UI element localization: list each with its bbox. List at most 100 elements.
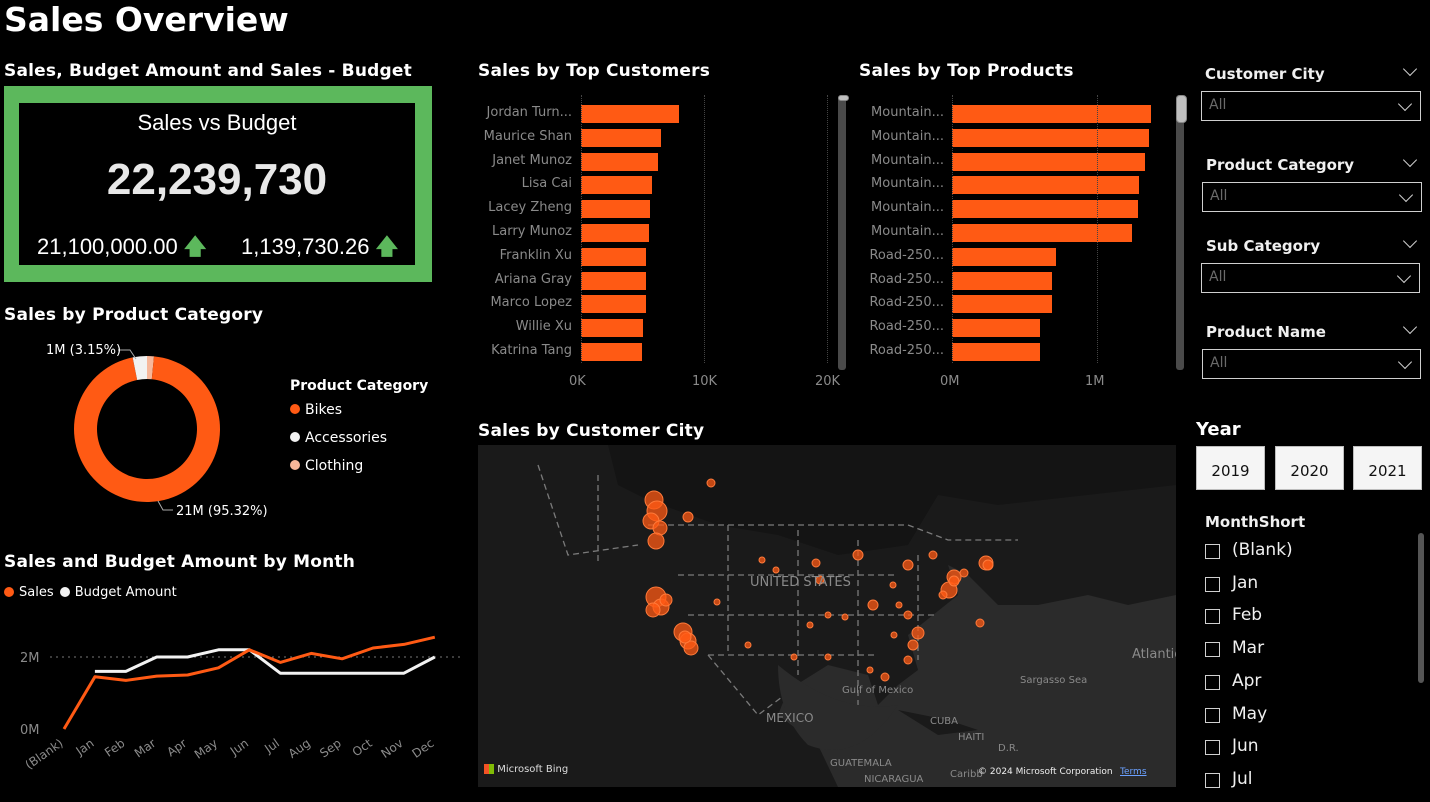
bar[interactable] — [581, 224, 650, 242]
city-bubble[interactable] — [758, 556, 766, 564]
city-bubble[interactable] — [889, 581, 897, 589]
category-donut-title: Sales by Product Category — [4, 305, 264, 325]
bar[interactable] — [952, 200, 1138, 219]
bar[interactable] — [952, 247, 1057, 266]
line-series-sales[interactable] — [62, 635, 436, 730]
bar[interactable] — [952, 128, 1150, 147]
city-bubble[interactable] — [659, 593, 673, 607]
city-bubble[interactable] — [907, 639, 919, 651]
city-bubble[interactable] — [903, 610, 913, 620]
city-bubble[interactable] — [928, 550, 938, 560]
city-bubble[interactable] — [895, 601, 903, 609]
legend-item-accessories[interactable]: Accessories — [290, 430, 387, 458]
customer-city-map[interactable]: UNITED STATES MEXICO Gulf of Mexico Atla… — [478, 445, 1176, 787]
bar[interactable] — [581, 247, 647, 266]
chevron-down-icon[interactable] — [1402, 319, 1418, 335]
scrollbar-thumb[interactable] — [1176, 95, 1187, 123]
city-bubble[interactable] — [982, 559, 994, 571]
bar[interactable] — [952, 343, 1041, 361]
checkbox[interactable] — [1205, 707, 1220, 723]
month-option-jun[interactable]: Jun — [1205, 736, 1385, 760]
city-bubble[interactable] — [867, 599, 879, 611]
bar[interactable] — [581, 176, 652, 195]
bar[interactable] — [952, 176, 1140, 195]
scrollbar-thumb[interactable] — [838, 95, 849, 101]
chevron-down-icon[interactable] — [1402, 61, 1418, 77]
city-bubble[interactable] — [959, 568, 969, 578]
checkbox[interactable] — [1205, 740, 1220, 756]
month-option-may[interactable]: May — [1205, 704, 1385, 728]
city-bubble[interactable] — [706, 478, 716, 488]
bar[interactable] — [952, 224, 1132, 242]
checkbox[interactable] — [1205, 772, 1220, 788]
bar[interactable] — [581, 152, 659, 171]
checkbox[interactable] — [1205, 576, 1220, 592]
month-scrollbar[interactable] — [1418, 533, 1424, 683]
city-bubble[interactable] — [645, 602, 661, 618]
legend-budget: Budget Amount — [74, 585, 177, 600]
month-option-blank[interactable]: (Blank) — [1205, 540, 1385, 564]
product-name-dropdown[interactable]: All — [1202, 349, 1421, 379]
checkbox[interactable] — [1205, 642, 1220, 658]
bar[interactable] — [581, 319, 643, 338]
bar[interactable] — [581, 200, 651, 219]
city-bubble[interactable] — [911, 626, 925, 640]
checkbox[interactable] — [1205, 609, 1220, 625]
line-series-budget-amount[interactable] — [94, 648, 436, 675]
city-bubble[interactable] — [772, 566, 780, 574]
customer-city-dropdown[interactable]: All — [1201, 91, 1421, 121]
month-option-jan[interactable]: Jan — [1205, 573, 1385, 597]
year-button-2020[interactable]: 2020 — [1275, 446, 1344, 490]
city-bubble[interactable] — [682, 511, 694, 523]
checkbox[interactable] — [1205, 674, 1220, 690]
legend-item-bikes[interactable]: Bikes — [290, 402, 387, 430]
city-bubble[interactable] — [824, 611, 832, 619]
month-option-feb[interactable]: Feb — [1205, 605, 1385, 629]
city-bubble[interactable] — [678, 630, 692, 644]
month-option-mar[interactable]: Mar — [1205, 638, 1385, 662]
bar[interactable] — [952, 152, 1145, 171]
city-bubble[interactable] — [866, 666, 874, 674]
city-bubble[interactable] — [744, 641, 752, 649]
sub-category-dropdown[interactable]: All — [1201, 263, 1420, 293]
checkbox[interactable] — [1205, 544, 1220, 559]
city-bubble[interactable] — [975, 618, 985, 628]
bar[interactable] — [581, 128, 661, 147]
bar[interactable] — [581, 271, 647, 290]
bar[interactable] — [581, 295, 646, 314]
monthly-line-chart: 2M 0M(Blank) Jan Feb Mar Apr May Jun Jul Aug Sep Oc… — [20, 635, 460, 772]
month-option-jul[interactable]: Jul — [1205, 769, 1385, 793]
year-button-2019[interactable]: 2019 — [1196, 446, 1265, 490]
chart-scrollbar[interactable] — [838, 95, 846, 370]
chart-scrollbar[interactable] — [1176, 95, 1184, 370]
city-bubble[interactable] — [713, 598, 721, 606]
city-bubble[interactable] — [806, 621, 814, 629]
city-bubble[interactable] — [903, 655, 913, 665]
city-bubble[interactable] — [647, 532, 665, 550]
bar[interactable] — [952, 319, 1041, 338]
bar[interactable] — [581, 343, 642, 361]
month-option-apr[interactable]: Apr — [1205, 671, 1385, 695]
map-terms-link[interactable]: Terms — [1120, 767, 1147, 777]
city-bubble[interactable] — [811, 558, 821, 568]
city-bubble[interactable] — [890, 631, 898, 639]
city-bubble[interactable] — [824, 653, 832, 661]
chevron-down-icon[interactable] — [1402, 233, 1418, 249]
city-bubble[interactable] — [880, 672, 890, 682]
legend-item-clothing[interactable]: Clothing — [290, 458, 387, 486]
chevron-down-icon — [1398, 187, 1414, 203]
year-button-2021[interactable]: 2021 — [1353, 446, 1422, 490]
product-category-dropdown[interactable]: All — [1202, 182, 1422, 212]
bar[interactable] — [952, 105, 1151, 123]
chevron-down-icon[interactable] — [1402, 152, 1418, 168]
bar[interactable] — [952, 295, 1053, 314]
city-bubble[interactable] — [902, 559, 914, 571]
city-bubble[interactable] — [790, 653, 798, 661]
city-bubble[interactable] — [938, 590, 948, 600]
bar-label: Willie Xu — [515, 319, 572, 335]
city-bubble[interactable] — [841, 613, 849, 621]
city-bubble[interactable] — [852, 549, 864, 561]
city-bubble[interactable] — [948, 575, 960, 587]
bar[interactable] — [581, 105, 680, 123]
bar[interactable] — [952, 271, 1053, 290]
